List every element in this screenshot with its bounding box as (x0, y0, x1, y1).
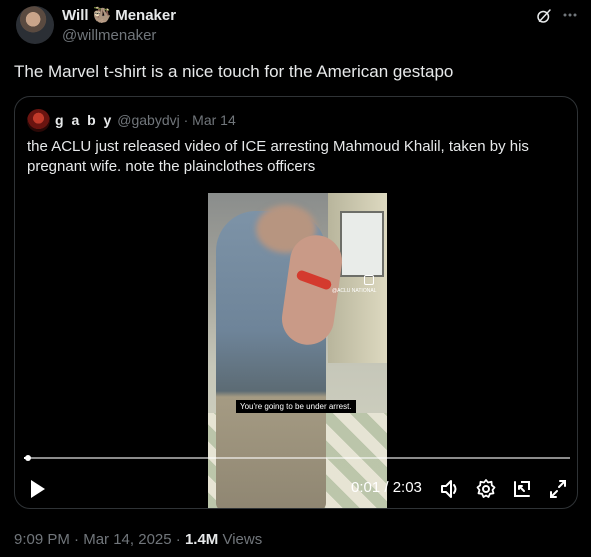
volume-icon[interactable] (440, 478, 460, 500)
video-progress-handle[interactable] (25, 455, 32, 461)
view-count: 1.4M (184, 531, 219, 548)
tweet-text: The Marvel t-shirt is a nice touch for t… (14, 62, 454, 81)
quoted-date[interactable]: Mar 14 (192, 112, 236, 128)
play-icon[interactable] (29, 478, 47, 500)
author-first-name: Will (62, 7, 89, 24)
author-avatar[interactable] (16, 6, 54, 44)
views-label: Views (222, 531, 263, 548)
quoted-tweet[interactable]: g a b y @gabydvj · Mar 14 the ACLU just … (14, 96, 578, 509)
quoted-separator: · (183, 112, 189, 128)
video-frame[interactable]: @ACLU NATIONAL You're going to be under … (208, 193, 387, 508)
tweet-time[interactable]: 9:09 PM (14, 531, 70, 548)
gear-icon[interactable] (476, 478, 496, 500)
author-last-name: Menaker (115, 7, 177, 24)
tweet-date[interactable]: Mar 14, 2025 (83, 531, 171, 548)
quoted-text: the ACLU just released video of ICE arre… (27, 137, 557, 177)
meta-separator-2: · (175, 531, 181, 548)
quoted-name[interactable]: g a b y (55, 112, 113, 128)
meta-separator-1: · (74, 531, 80, 548)
quoted-header: g a b y @gabydvj · Mar 14 (55, 112, 236, 128)
video-watermark: @ACLU NATIONAL (332, 288, 377, 294)
grok-icon[interactable] (535, 7, 553, 25)
video-time: 0:01 / 2:03 (351, 479, 422, 496)
video-progress-bar[interactable] (24, 455, 570, 461)
author-handle[interactable]: @willmenaker (62, 27, 156, 44)
quoted-text-line-1: the ACLU just released video of ICE arre… (27, 138, 529, 155)
instagram-icon (364, 275, 374, 285)
quoted-text-line-2: pregnant wife. note the plainclothes off… (27, 158, 316, 175)
quoted-avatar[interactable] (27, 109, 50, 132)
pip-icon[interactable] (512, 478, 532, 500)
quoted-handle[interactable]: @gabydvj (117, 112, 179, 128)
author-name[interactable]: Will 🦥 Menaker (62, 7, 176, 24)
sloth-emoji: 🦥 (92, 7, 112, 24)
fullscreen-icon[interactable] (548, 478, 568, 500)
video-caption: You're going to be under arrest. (236, 400, 356, 413)
tweet-meta: 9:09 PM · Mar 14, 2025 · 1.4M Views (14, 531, 262, 548)
video-window (340, 211, 384, 277)
more-icon[interactable] (562, 6, 578, 24)
